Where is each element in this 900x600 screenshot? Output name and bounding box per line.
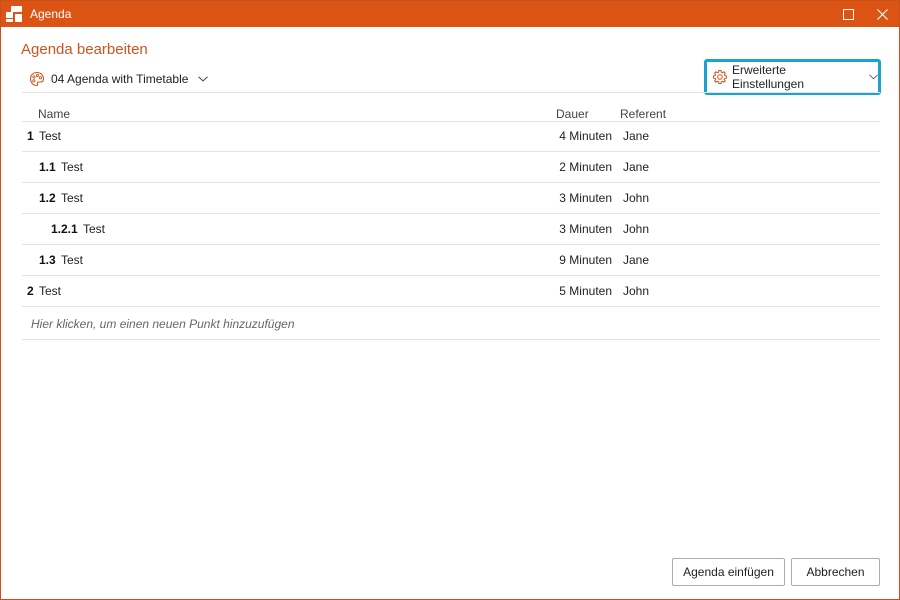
item-presenter[interactable]: Jane xyxy=(623,160,649,174)
item-duration[interactable]: 2 Minuten xyxy=(559,160,612,174)
divider xyxy=(22,339,880,340)
palette-icon xyxy=(29,71,45,87)
advanced-settings-button[interactable]: Erweiterte Einstellungen xyxy=(704,59,881,95)
template-label: 04 Agenda with Timetable xyxy=(51,72,189,86)
item-number: 2 xyxy=(27,284,34,298)
item-duration[interactable]: 9 Minuten xyxy=(559,253,612,267)
item-duration[interactable]: 4 Minuten xyxy=(559,129,612,143)
item-name[interactable]: Test xyxy=(83,222,105,236)
table-row[interactable]: 1.2.1 Test 3 Minuten John xyxy=(22,214,880,245)
cancel-button[interactable]: Abbrechen xyxy=(791,558,880,586)
item-number: 1.2 xyxy=(39,191,56,205)
close-icon xyxy=(876,8,888,20)
item-number: 1.3 xyxy=(39,253,56,267)
column-header-name[interactable]: Name xyxy=(38,107,70,121)
table-row[interactable]: 1 Test 4 Minuten Jane xyxy=(22,121,880,152)
close-button[interactable] xyxy=(865,1,899,27)
column-header-presenter[interactable]: Referent xyxy=(620,107,666,121)
item-presenter[interactable]: John xyxy=(623,191,649,205)
insert-agenda-button[interactable]: Agenda einfügen xyxy=(672,558,785,586)
table-row[interactable]: 1.2 Test 3 Minuten John xyxy=(22,183,880,214)
chevron-down-icon xyxy=(869,74,878,80)
item-name[interactable]: Test xyxy=(39,284,61,298)
item-presenter[interactable]: Jane xyxy=(623,253,649,267)
dialog-heading: Agenda bearbeiten xyxy=(21,41,148,58)
table-row[interactable]: 2 Test 5 Minuten John xyxy=(22,276,880,307)
divider xyxy=(22,92,880,93)
app-logo-icon xyxy=(6,6,22,22)
column-header-duration[interactable]: Dauer xyxy=(556,107,589,121)
maximize-button[interactable] xyxy=(831,1,865,27)
add-item-hint[interactable]: Hier klicken, um einen neuen Punkt hinzu… xyxy=(31,317,295,331)
item-number: 1 xyxy=(27,129,34,143)
item-presenter[interactable]: Jane xyxy=(623,129,649,143)
item-name[interactable]: Test xyxy=(61,191,83,205)
maximize-icon xyxy=(842,8,854,20)
title-bar[interactable]: Agenda xyxy=(1,1,899,27)
item-duration[interactable]: 3 Minuten xyxy=(559,191,612,205)
item-presenter[interactable]: John xyxy=(623,284,649,298)
table-row[interactable]: 1.3 Test 9 Minuten Jane xyxy=(22,245,880,276)
item-presenter[interactable]: John xyxy=(623,222,649,236)
item-name[interactable]: Test xyxy=(61,160,83,174)
item-number: 1.1 xyxy=(39,160,56,174)
advanced-settings-label: Erweiterte Einstellungen xyxy=(731,63,805,91)
item-name[interactable]: Test xyxy=(39,129,61,143)
item-duration[interactable]: 5 Minuten xyxy=(559,284,612,298)
item-duration[interactable]: 3 Minuten xyxy=(559,222,612,236)
chevron-down-icon xyxy=(198,76,209,82)
window-title: Agenda xyxy=(30,7,72,21)
agenda-window: Agenda Agenda bearbeiten 04 Agenda with … xyxy=(0,0,900,600)
item-name[interactable]: Test xyxy=(61,253,83,267)
template-dropdown[interactable]: 04 Agenda with Timetable xyxy=(29,69,209,89)
item-number: 1.2.1 xyxy=(51,222,78,236)
gear-icon xyxy=(712,70,727,84)
table-row[interactable]: 1.1 Test 2 Minuten Jane xyxy=(22,152,880,183)
